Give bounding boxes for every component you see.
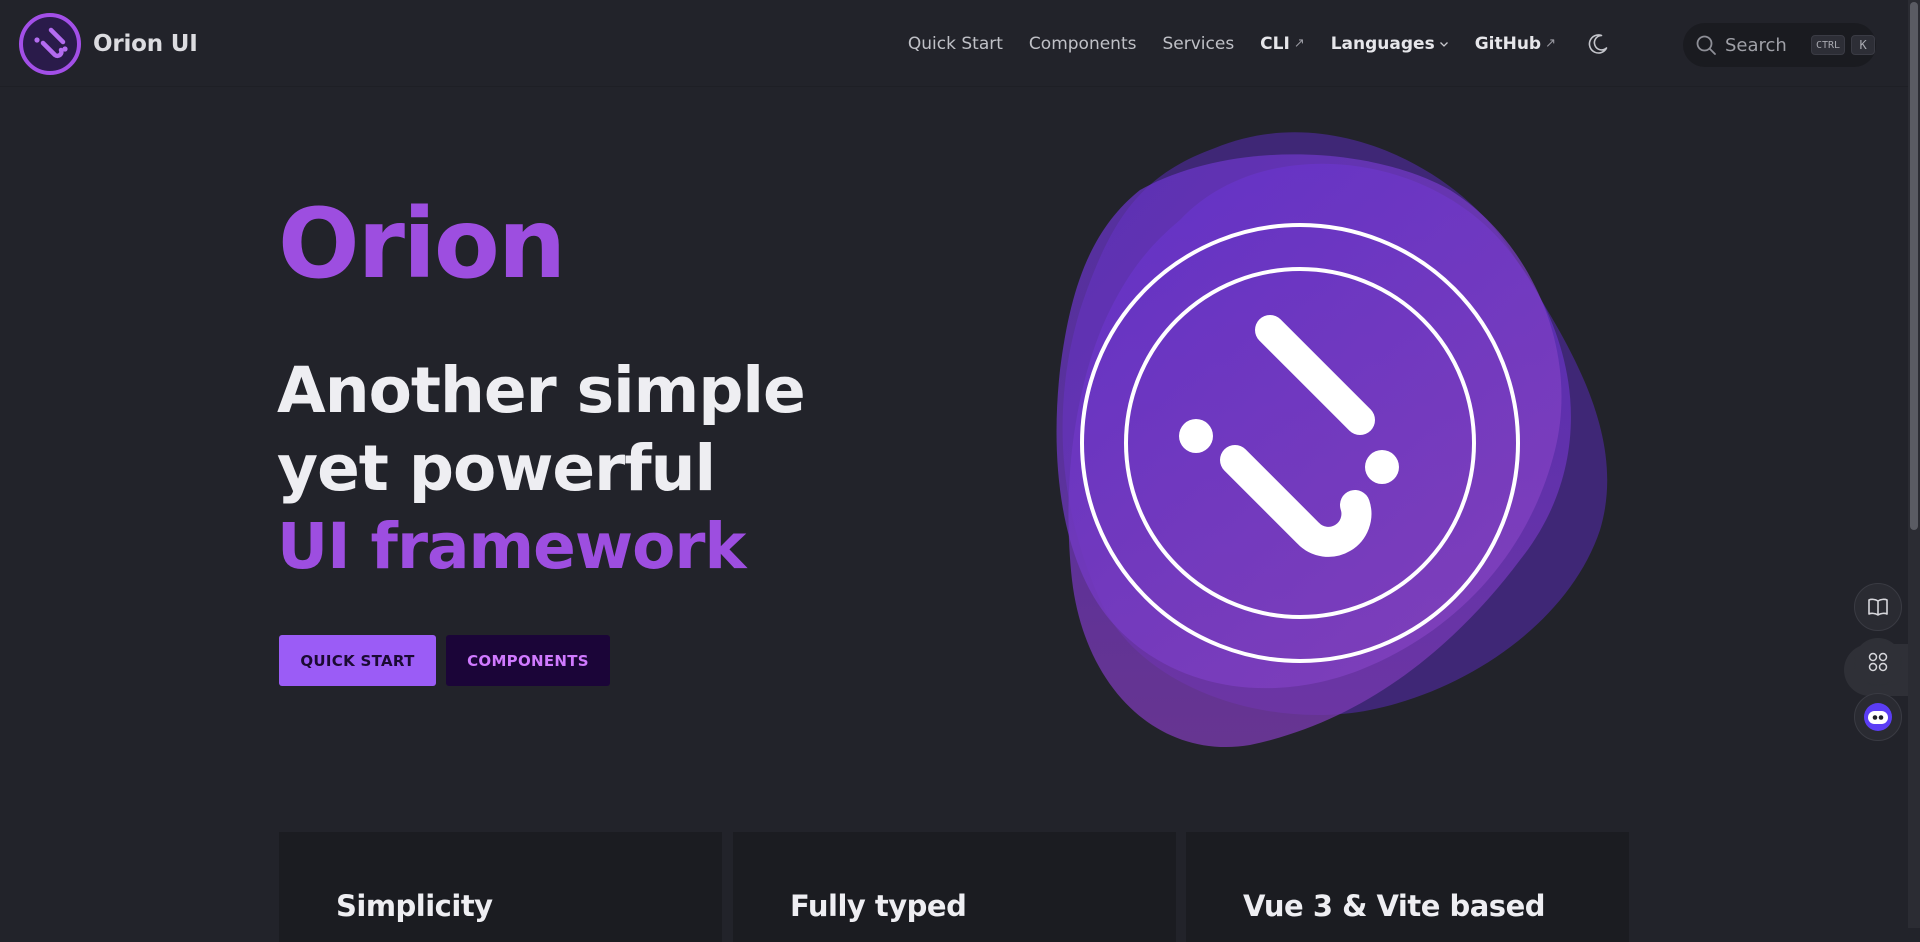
nav-languages-label: Languages [1330, 33, 1435, 54]
apps-float-button[interactable] [1854, 638, 1902, 686]
feature-card-vue-vite: Vue 3 & Vite based [1186, 832, 1629, 942]
docs-float-button[interactable] [1854, 583, 1902, 631]
brand-link[interactable]: Orion UI [19, 13, 198, 75]
scrollbar-thumb[interactable] [1910, 2, 1918, 530]
external-link-icon: ↗ [1545, 36, 1556, 51]
tagline-line-2: yet powerful [277, 432, 716, 505]
page-scrollbar[interactable] [1908, 0, 1920, 928]
brand-name: Orion UI [93, 31, 198, 57]
feature-title: Fully typed [790, 889, 967, 923]
search-button[interactable]: Search CTRL K [1683, 23, 1876, 67]
hero-tagline: Another simple yet powerful UI framework [277, 352, 806, 586]
nav-cli-label: CLI [1260, 33, 1290, 54]
hero-logo-illustration [1056, 132, 1608, 748]
nav-cli[interactable]: CLI ↗ [1260, 34, 1305, 54]
chat-bot-icon [1864, 703, 1892, 731]
assistant-float-button[interactable] [1854, 693, 1902, 741]
grid-icon [1868, 652, 1888, 672]
external-link-icon: ↗ [1293, 36, 1305, 51]
nav-github-label: GitHub [1474, 33, 1542, 54]
tagline-line-1: Another simple [277, 354, 806, 427]
shortcut-key-k: K [1851, 35, 1876, 55]
feature-card-simplicity: Simplicity [279, 832, 722, 942]
components-button[interactable]: COMPONENTS [446, 635, 610, 686]
feature-card-typed: Fully typed [733, 832, 1176, 942]
moon-icon[interactable] [1586, 32, 1610, 56]
feature-title: Simplicity [336, 889, 493, 923]
nav-github[interactable]: GitHub ↗ [1475, 34, 1556, 54]
nav-components[interactable]: Components [1029, 34, 1137, 54]
tagline-accent: UI framework [277, 510, 746, 583]
shortcut-key-ctrl: CTRL [1811, 35, 1846, 55]
orion-logo-icon [19, 13, 81, 75]
nav-languages-dropdown[interactable]: Languages [1331, 34, 1449, 54]
search-icon [1696, 35, 1716, 55]
nav-services[interactable]: Services [1162, 34, 1234, 54]
main-nav: Quick Start Components Services CLI ↗ La… [882, 0, 1610, 87]
feature-title: Vue 3 & Vite based [1243, 889, 1546, 923]
book-icon [1868, 598, 1888, 616]
hero-title: Orion [278, 188, 566, 300]
quick-start-button[interactable]: QUICK START [279, 635, 436, 686]
top-navbar: Orion UI Quick Start Components Services… [0, 0, 1908, 87]
search-placeholder: Search [1725, 34, 1787, 56]
nav-quick-start[interactable]: Quick Start [908, 34, 1003, 54]
chevron-down-icon [1439, 41, 1448, 47]
